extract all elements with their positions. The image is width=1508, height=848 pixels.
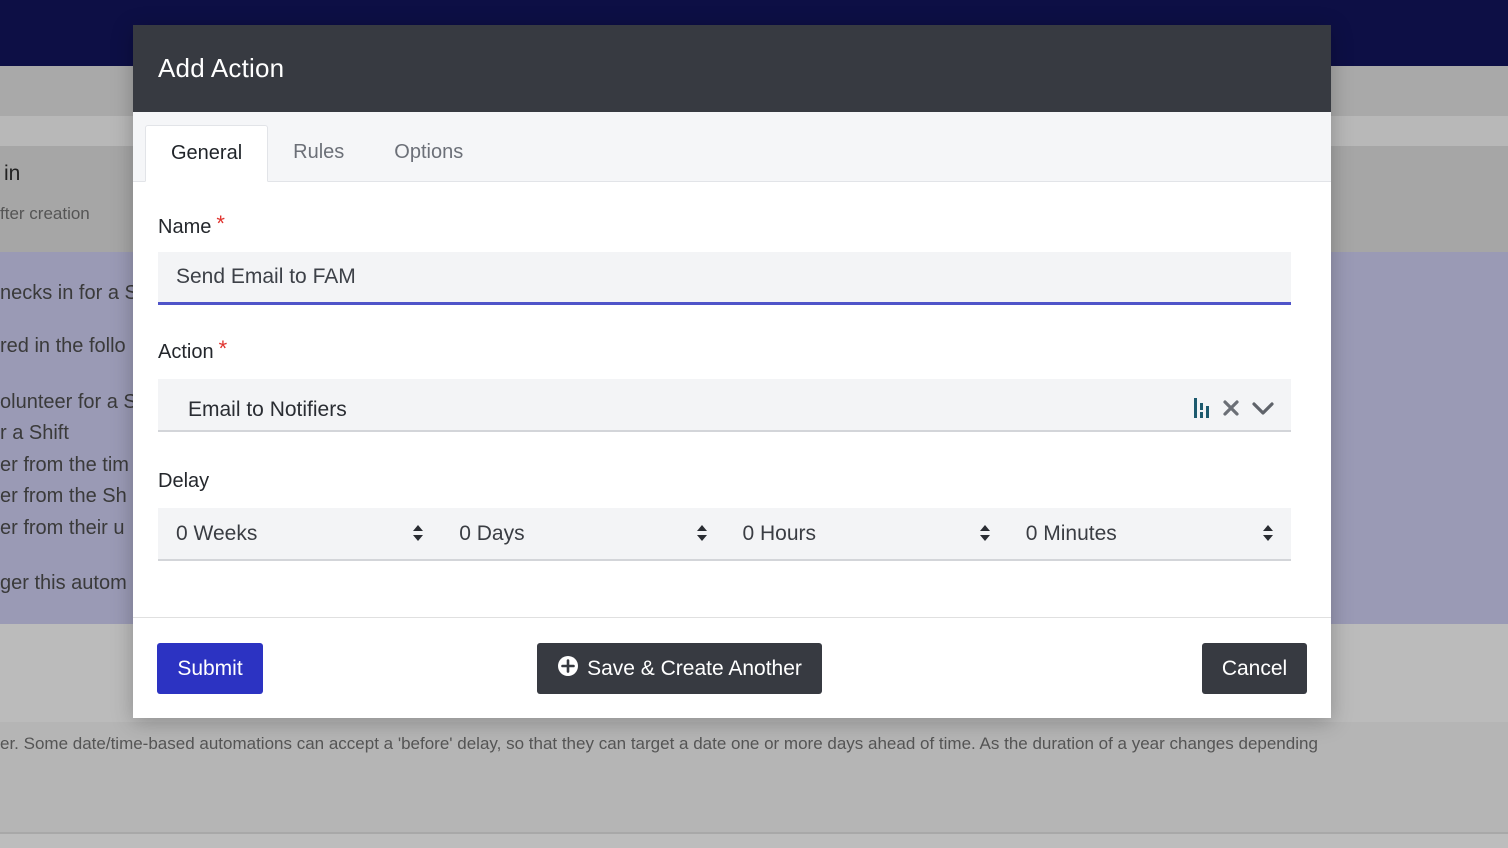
close-icon[interactable] bbox=[1221, 398, 1241, 424]
sort-updown-icon bbox=[412, 524, 424, 548]
bg-row: er from the Sh bbox=[0, 485, 127, 507]
bg-header-title: in bbox=[4, 162, 21, 185]
modal-header: Add Action bbox=[133, 25, 1331, 112]
required-mark: * bbox=[216, 211, 225, 236]
sort-updown-icon bbox=[696, 524, 708, 548]
name-label-row: Name * bbox=[158, 211, 1291, 239]
delay-label-row: Delay bbox=[158, 470, 1291, 493]
bg-row: necks in for a S bbox=[0, 282, 138, 304]
name-input[interactable]: Send Email to FAM bbox=[158, 252, 1291, 305]
modal-title: Add Action bbox=[158, 53, 285, 83]
add-action-modal: Add Action General Rules Options Name * … bbox=[133, 25, 1331, 718]
sort-updown-icon bbox=[1262, 524, 1274, 548]
action-select-controls bbox=[1193, 397, 1275, 425]
save-and-create-another-label: Save & Create Another bbox=[587, 656, 802, 680]
bg-row: ger this autom bbox=[0, 572, 127, 594]
delay-selects: 0 Weeks 0 Days 0 Hours 0 Minutes bbox=[158, 508, 1291, 561]
bg-header-subtitle: fter creation bbox=[0, 204, 90, 223]
action-label-row: Action * bbox=[158, 336, 1291, 364]
delay-days-value: 0 Days bbox=[459, 521, 525, 545]
tab-bar: General Rules Options bbox=[133, 112, 1331, 182]
name-label: Name bbox=[158, 216, 212, 238]
modal-body: Name * Send Email to FAM Action * Email … bbox=[133, 182, 1331, 618]
cancel-button-label: Cancel bbox=[1221, 656, 1288, 680]
delay-weeks-select[interactable]: 0 Weeks bbox=[158, 508, 441, 559]
cancel-button[interactable]: Cancel bbox=[1202, 643, 1307, 694]
delay-minutes-value: 0 Minutes bbox=[1025, 521, 1117, 545]
bg-row: r a Shift bbox=[0, 422, 69, 444]
bars-icon bbox=[1193, 397, 1211, 425]
delay-days-select[interactable]: 0 Days bbox=[441, 508, 724, 559]
delay-minutes-select[interactable]: 0 Minutes bbox=[1008, 508, 1291, 559]
save-and-create-another-button[interactable]: Save & Create Another bbox=[537, 643, 822, 694]
sort-updown-icon bbox=[979, 524, 991, 548]
bg-row: er from their u bbox=[0, 517, 125, 539]
action-label: Action bbox=[158, 341, 214, 363]
submit-button-label: Submit bbox=[177, 656, 243, 680]
name-input-value: Send Email to FAM bbox=[176, 265, 356, 288]
delay-weeks-value: 0 Weeks bbox=[176, 521, 258, 545]
modal-footer: Submit Save & Create Another Cancel bbox=[133, 618, 1331, 717]
delay-label: Delay bbox=[158, 470, 210, 492]
required-mark: * bbox=[218, 336, 228, 361]
tab-options[interactable]: Options bbox=[369, 124, 488, 181]
bg-row: red in the follo bbox=[0, 335, 126, 357]
tab-general[interactable]: General bbox=[145, 125, 269, 182]
delay-hours-value: 0 Hours bbox=[742, 521, 817, 545]
bg-row: olunteer for a S bbox=[0, 391, 137, 413]
action-select[interactable]: Email to Notifiers bbox=[158, 379, 1291, 432]
action-select-value: Email to Notifiers bbox=[188, 397, 347, 421]
chevron-down-icon[interactable] bbox=[1251, 399, 1275, 423]
delay-hours-select[interactable]: 0 Hours bbox=[725, 508, 1008, 559]
plus-circle-icon bbox=[557, 655, 579, 683]
bg-help-text: er. Some date/time-based automations can… bbox=[0, 734, 1318, 753]
submit-button[interactable]: Submit bbox=[157, 643, 263, 694]
bg-row: er from the tim bbox=[0, 454, 129, 476]
tab-rules[interactable]: Rules bbox=[268, 124, 369, 181]
bg-help-panel: er. Some date/time-based automations can… bbox=[0, 722, 1508, 834]
